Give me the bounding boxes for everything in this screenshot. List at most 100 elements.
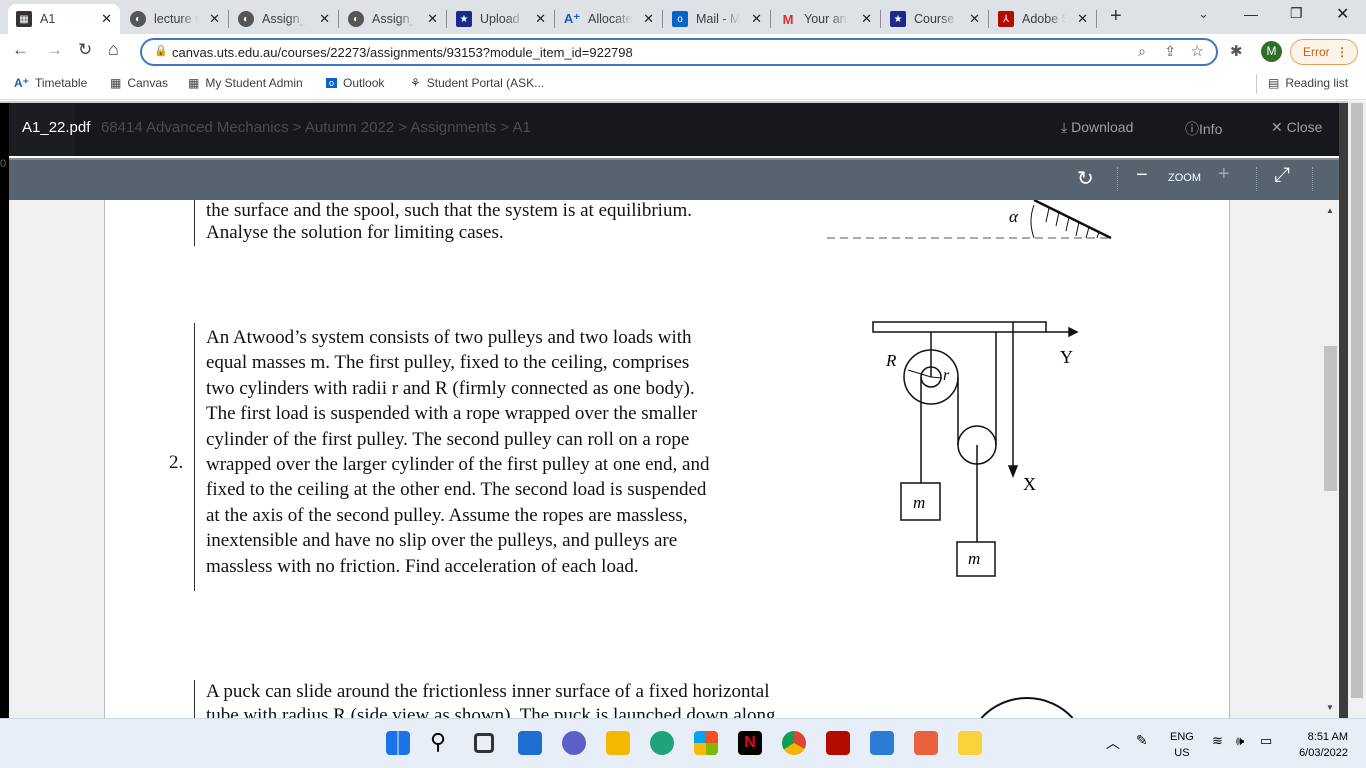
battery-icon[interactable]: ▭	[1260, 733, 1272, 749]
error-menu-button[interactable]: Error ⋮	[1290, 39, 1358, 65]
pulley-system	[872, 321, 1079, 577]
tab-mail[interactable]: o Mail - M ✕	[664, 4, 770, 34]
uts-icon: ▦	[188, 76, 200, 90]
url-text: canvas.uts.edu.au/courses/22273/assignme…	[172, 44, 633, 60]
gmail-icon: M	[782, 11, 794, 27]
close-tab-icon[interactable]: ✕	[643, 11, 654, 27]
mass-label-2: m	[968, 549, 980, 568]
outer-scrollbar[interactable]	[1348, 101, 1366, 718]
chat-icon[interactable]	[562, 731, 586, 755]
download-icon: ⤓	[1061, 119, 1068, 135]
close-tab-icon[interactable]: ✕	[535, 11, 546, 27]
tab-assign-1[interactable]: ◐Assign_S✕	[230, 4, 338, 34]
zoom-icon[interactable]: ⌕	[1138, 43, 1146, 60]
share-icon[interactable]: ⇪	[1164, 43, 1176, 60]
file-name: A1_22.pdf	[22, 119, 91, 136]
edge-icon[interactable]	[650, 731, 674, 755]
bookmarks-bar: A⁺ Timetable ▦ Canvas ▦ My Student Admin oO…	[0, 68, 1366, 100]
globe-icon: ◐	[130, 11, 146, 27]
close-tab-icon[interactable]: ✕	[1077, 11, 1088, 27]
ceiling	[872, 321, 1047, 333]
show-hidden-icons[interactable]: ︿	[1106, 733, 1120, 753]
scrollbar-thumb[interactable]	[1324, 346, 1337, 491]
tab-upload[interactable]: ★ Upload ✕	[448, 4, 554, 34]
bookmark-my-student-admin[interactable]: ▦ My Student Admin	[188, 76, 303, 90]
bookmark-canvas[interactable]: ▦ Canvas	[110, 76, 168, 90]
pdf-scrollbar[interactable]: ▲ ▼	[1322, 200, 1339, 718]
zoom-label: ZOOM	[1168, 172, 1201, 184]
rotate-button[interactable]: ↻	[1077, 166, 1094, 191]
bookmark-star-icon[interactable]: ☆	[1191, 42, 1204, 60]
tab-lecture[interactable]: ◐ lecture n ✕	[122, 4, 228, 34]
acrobat-icon[interactable]	[826, 731, 850, 755]
pdf-viewport: the surface and the spool, such that the…	[9, 200, 1339, 718]
profile-avatar[interactable]: M	[1261, 41, 1282, 62]
alpha-label: α	[1009, 207, 1019, 226]
bookmark-student-portal[interactable]: ⚘ Student Portal (ASK...	[410, 76, 544, 90]
tube-figure	[980, 697, 1074, 718]
reading-list-button[interactable]: ▤ Reading list	[1268, 76, 1348, 90]
pen-icon[interactable]: ✎	[1136, 732, 1148, 749]
close-window-button[interactable]: ✕	[1336, 4, 1349, 24]
clock[interactable]: 8:51 AM 6/03/2022	[1290, 729, 1348, 761]
volume-icon[interactable]: 🕪	[1236, 733, 1244, 749]
close-tab-icon[interactable]: ✕	[101, 11, 112, 27]
allocate-icon: A⁺	[14, 76, 29, 90]
restore-button[interactable]: ❐	[1290, 5, 1303, 22]
zoom-in-button[interactable]: +	[1218, 163, 1230, 186]
reload-button[interactable]: ↻	[78, 40, 92, 60]
powerpoint-icon[interactable]	[914, 731, 938, 755]
info-button[interactable]: ⓘInfo	[1185, 119, 1222, 139]
adobe-icon: ⅄	[998, 11, 1014, 27]
lock-icon: 🔒	[154, 45, 168, 57]
new-tab-button[interactable]: +	[1110, 5, 1122, 28]
close-tab-icon[interactable]: ✕	[751, 11, 762, 27]
r-label: r	[943, 367, 950, 384]
tab-bar: ▦A1✕ ◐lecture n✕ ◐Assign_S✕ ◐Assign_S✕ ★…	[0, 0, 1366, 34]
viewer-toolbar: ↻ − ZOOM + ⤢	[9, 158, 1339, 200]
breadcrumb-background: 68414 Advanced Mechanics > Autumn 2022 >…	[101, 119, 531, 136]
search-icon[interactable]: ⚲	[430, 731, 454, 755]
tab-search-button[interactable]: ⌄	[1198, 6, 1209, 22]
close-button[interactable]: ✕ Close	[1271, 119, 1322, 136]
download-button[interactable]: ⤓ Download	[1061, 119, 1133, 136]
Y-label: Y	[1060, 347, 1073, 367]
fullscreen-button[interactable]: ⤢	[1274, 164, 1290, 187]
file-explorer-icon[interactable]	[606, 731, 630, 755]
R-label: R	[885, 351, 897, 370]
task-view-icon[interactable]	[474, 733, 494, 753]
tab-course[interactable]: ★ Course ✕	[882, 4, 988, 34]
netflix-icon[interactable]: N	[738, 731, 762, 755]
store-icon[interactable]	[694, 731, 718, 755]
zoom-out-button[interactable]: −	[1136, 164, 1148, 187]
notepad-icon[interactable]	[870, 731, 894, 755]
back-button[interactable]: ←	[12, 40, 29, 60]
close-tab-icon[interactable]: ✕	[861, 11, 872, 27]
viewer-header: 68414 Advanced Mechanics > Autumn 2022 >…	[9, 103, 1339, 156]
chrome-icon[interactable]	[782, 731, 806, 755]
address-bar[interactable]: 🔒 canvas.uts.edu.au/courses/22273/assign…	[140, 38, 1218, 66]
sticky-notes-icon[interactable]	[958, 731, 982, 755]
minimize-button[interactable]: —	[1244, 6, 1258, 22]
extensions-icon[interactable]: ✱	[1230, 42, 1243, 60]
close-tab-icon[interactable]: ✕	[209, 11, 220, 27]
bookmark-outlook[interactable]: o Outlook	[326, 76, 384, 90]
tab-assign-2[interactable]: ◐Assign_S✕	[340, 4, 446, 34]
forward-button[interactable]: →	[46, 40, 63, 60]
widgets-icon[interactable]	[518, 731, 542, 755]
close-tab-icon[interactable]: ✕	[319, 11, 330, 27]
language-indicator[interactable]: ENG US	[1170, 729, 1194, 761]
close-tab-icon[interactable]: ✕	[969, 11, 980, 27]
start-icon[interactable]	[386, 731, 410, 755]
tab-adobe[interactable]: ⅄ Adobe S ✕	[990, 4, 1096, 34]
tab-gmail[interactable]: MYour ans✕	[772, 4, 880, 34]
bookmark-timetable[interactable]: A⁺ Timetable	[14, 76, 87, 90]
allocate-icon: A⁺	[563, 11, 581, 26]
wifi-icon[interactable]: ≋	[1212, 733, 1223, 749]
incline-figure	[827, 200, 1112, 240]
close-tab-icon[interactable]: ✕	[427, 11, 438, 27]
tab-allocate[interactable]: A⁺ Allocate ✕	[556, 4, 662, 34]
close-icon: ✕	[1271, 119, 1283, 135]
home-button[interactable]: ⌂	[108, 39, 119, 60]
tab-a1[interactable]: ▦ A1 ✕	[8, 4, 120, 34]
